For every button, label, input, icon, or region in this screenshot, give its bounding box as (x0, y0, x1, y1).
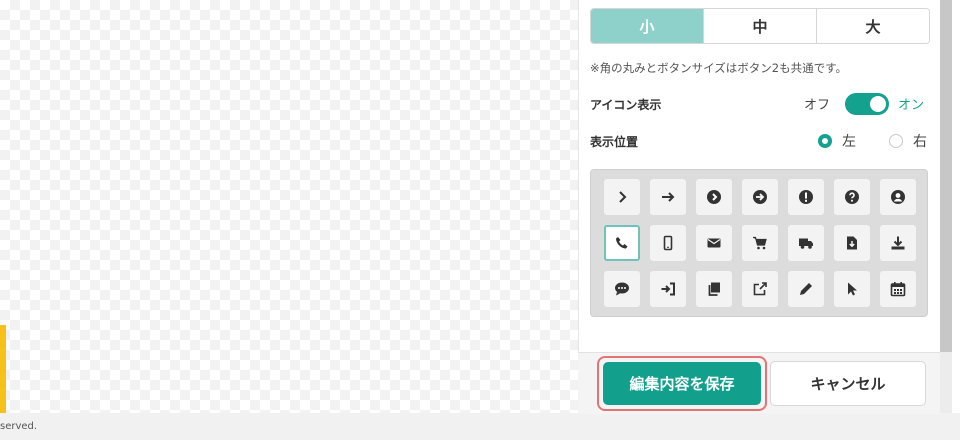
toggle-on-label: オン (898, 98, 925, 113)
save-button[interactable]: 編集内容を保存 (603, 362, 761, 405)
file-download-icon[interactable] (834, 225, 870, 261)
pointer-icon[interactable] (834, 271, 870, 307)
toggle-knob (870, 96, 886, 112)
size-selector: 小 中 大 (590, 8, 930, 44)
user-circle-icon[interactable] (880, 179, 916, 215)
copy-icon[interactable] (696, 271, 732, 307)
circle-arrow-right-icon[interactable] (742, 179, 778, 215)
circle-chevron-right-icon[interactable] (696, 179, 732, 215)
download-icon[interactable] (880, 225, 916, 261)
chevron-right-icon[interactable] (604, 179, 640, 215)
position-left-label: 左 (842, 134, 856, 150)
footer-text: served. (0, 421, 38, 432)
icon-display-toggle[interactable] (845, 93, 889, 115)
size-note: ※角の丸みとボタンサイズはボタン2も共通です。 (590, 61, 847, 75)
pencil-icon[interactable] (788, 271, 824, 307)
size-medium-button[interactable]: 中 (703, 9, 816, 43)
chat-icon[interactable] (604, 271, 640, 307)
position-right-radio[interactable] (889, 134, 903, 148)
cart-icon[interactable] (742, 225, 778, 261)
phone-icon[interactable] (604, 225, 640, 261)
truck-icon[interactable] (788, 225, 824, 261)
toggle-off-label: オフ (804, 98, 831, 113)
circle-exclamation-icon[interactable] (788, 179, 824, 215)
scrollbar-thumb[interactable] (940, 0, 952, 352)
mobile-icon[interactable] (650, 225, 686, 261)
footer: served. (0, 413, 960, 440)
preview-button-edge[interactable] (0, 325, 6, 413)
arrow-right-icon[interactable] (650, 179, 686, 215)
position-right-label: 右 (913, 134, 927, 150)
icon-display-label: アイコン表示 (590, 98, 662, 112)
calendar-icon[interactable] (880, 271, 916, 307)
size-small-button[interactable]: 小 (591, 9, 703, 43)
size-large-button[interactable]: 大 (816, 9, 929, 43)
position-left-radio[interactable] (818, 134, 832, 148)
external-link-icon[interactable] (742, 271, 778, 307)
position-label: 表示位置 (590, 135, 639, 149)
icon-picker (590, 169, 928, 317)
cancel-button[interactable]: キャンセル (770, 361, 926, 406)
preview-canvas (0, 0, 578, 413)
circle-question-icon[interactable] (834, 179, 870, 215)
sign-in-icon[interactable] (650, 271, 686, 307)
envelope-icon[interactable] (696, 225, 732, 261)
